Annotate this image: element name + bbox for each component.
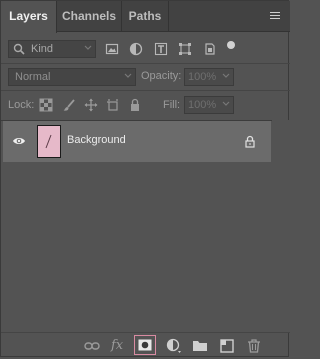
search-icon (13, 43, 25, 55)
visibility-eye-icon[interactable] (12, 136, 26, 146)
layer-thumbnail (37, 125, 61, 158)
lock-all-icon[interactable] (128, 98, 142, 112)
opacity-label: Opacity: (141, 70, 182, 82)
fill-label: Fill: (163, 99, 181, 111)
blend-mode-select[interactable]: Normal (8, 68, 136, 86)
panel-menu-icon[interactable] (270, 12, 280, 21)
layer-name: Background (67, 134, 126, 146)
tab-paths[interactable]: Paths (122, 1, 169, 32)
blend-mode-value: Normal (15, 71, 51, 83)
adjustment-layer-icon[interactable] (166, 338, 182, 354)
adjustment-filter-icon[interactable] (129, 42, 143, 56)
tab-bar: Layers Channels Paths (1, 1, 290, 33)
fill-field[interactable]: 100% (184, 96, 234, 114)
lock-position-icon[interactable] (84, 98, 98, 112)
add-mask-button[interactable] (134, 335, 156, 355)
layers-panel: Layers Channels Paths Kind Normal Opacit… (0, 0, 290, 359)
lock-artboard-icon[interactable] (106, 98, 120, 112)
tab-layers[interactable]: Layers (1, 1, 57, 33)
delete-layer-icon[interactable] (246, 338, 262, 354)
thumbnail-stroke-icon (45, 134, 52, 149)
layer-lock-icon[interactable] (244, 135, 256, 148)
layers-scroll-area[interactable] (272, 120, 290, 332)
chevron-down-icon (84, 45, 92, 50)
opacity-value: 100% (188, 71, 217, 83)
filter-kind-select[interactable]: Kind (8, 40, 96, 58)
smart-object-filter-icon[interactable] (203, 42, 217, 56)
tab-channels[interactable]: Channels (57, 1, 122, 32)
layers-list: Background (1, 120, 290, 332)
link-layers-icon[interactable] (84, 338, 100, 354)
lock-row: Lock: Fill: 100% (1, 90, 290, 121)
filter-kind-label: Kind (31, 43, 54, 55)
lock-label: Lock: (8, 99, 35, 111)
lock-transparent-pixels-icon[interactable] (39, 98, 53, 112)
new-group-icon[interactable] (192, 338, 208, 354)
add-mask-icon (138, 339, 152, 351)
shape-filter-icon[interactable] (178, 42, 192, 56)
chevron-down-icon (222, 73, 230, 78)
layer-style-icon[interactable]: fx (111, 338, 127, 354)
chevron-down-icon (222, 101, 230, 106)
lock-image-pixels-icon[interactable] (62, 98, 76, 112)
filter-row: Kind (1, 33, 290, 64)
filter-toggle-icon[interactable] (226, 40, 236, 50)
blend-row: Normal Opacity: 100% (1, 64, 290, 89)
pixel-filter-icon[interactable] (105, 42, 119, 56)
type-filter-icon[interactable] (154, 42, 168, 56)
new-layer-icon[interactable] (219, 338, 235, 354)
fill-value: 100% (188, 99, 217, 111)
chevron-down-icon (124, 73, 132, 78)
layers-footer: fx (1, 332, 290, 359)
opacity-field[interactable]: 100% (184, 68, 234, 86)
layer-row-background[interactable]: Background (3, 121, 271, 162)
